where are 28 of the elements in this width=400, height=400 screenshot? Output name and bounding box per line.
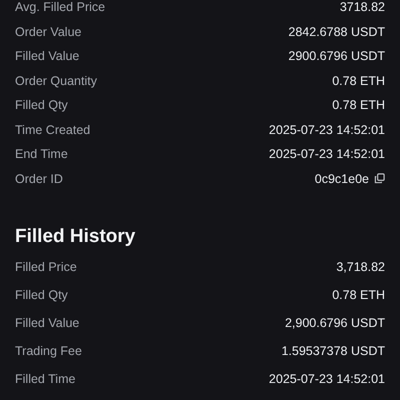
field-label: Avg. Filled Price bbox=[15, 0, 106, 14]
copy-icon[interactable] bbox=[374, 173, 385, 184]
field-label: Filled Price bbox=[15, 260, 77, 274]
section-title: Filled History bbox=[15, 225, 136, 249]
field-value: 0c9c1e0e bbox=[314, 172, 369, 186]
field-label: Order Quantity bbox=[15, 74, 97, 88]
field-label: Trading Fee bbox=[15, 344, 82, 358]
field-label: End Time bbox=[15, 147, 68, 162]
field-value: 2842.6788 USDT bbox=[288, 24, 385, 39]
field-value: 0.78 ETH bbox=[332, 288, 385, 302]
field-value: 2025-07-23 14:52:01 bbox=[268, 372, 385, 386]
field-value: 2900.6796 USDT bbox=[288, 49, 385, 64]
field-label: Order ID bbox=[15, 172, 63, 186]
field-label: Filled Value bbox=[15, 49, 80, 64]
field-value: 3,718.82 bbox=[336, 260, 385, 274]
field-value: 2025-07-23 14:52:01 bbox=[268, 122, 385, 137]
field-label: Order Value bbox=[15, 24, 82, 39]
field-label: Filled Qty bbox=[15, 98, 68, 112]
field-value: 0.78 ETH bbox=[332, 98, 385, 112]
field-value: 1.59537378 USDT bbox=[281, 344, 385, 358]
field-label: Filled Value bbox=[15, 316, 80, 330]
field-value: 3718.82 bbox=[340, 0, 385, 14]
field-value: 2,900.6796 USDT bbox=[284, 316, 385, 330]
field-value: 0.78 ETH bbox=[332, 74, 385, 88]
field-label: Filled Time bbox=[15, 372, 76, 386]
field-label: Filled Qty bbox=[15, 288, 68, 302]
field-label: Time Created bbox=[15, 122, 90, 137]
field-value: 2025-07-23 14:52:01 bbox=[268, 147, 385, 162]
